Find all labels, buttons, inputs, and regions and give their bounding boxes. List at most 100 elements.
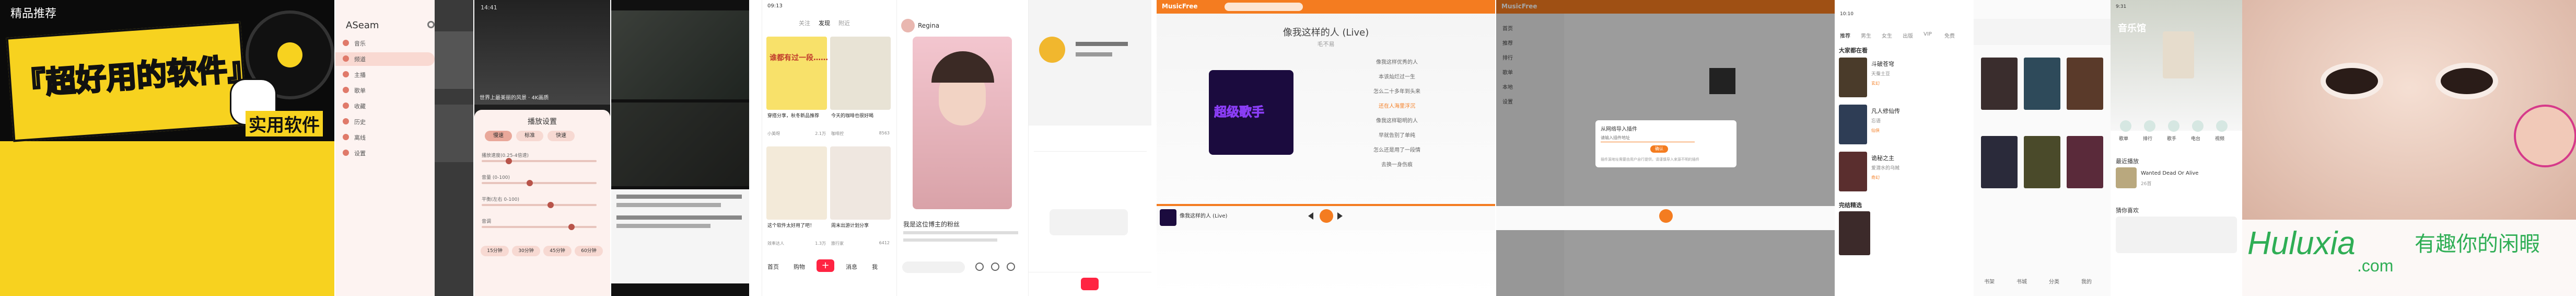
menu-item-label: 离线 xyxy=(354,134,366,141)
bottom-nav-item[interactable]: 消息 xyxy=(846,263,857,271)
bottom-nav-item[interactable]: 分类 xyxy=(2049,277,2059,285)
import-dialog: 从网络导入插件 确认 插件源地址需要由用户自行提供，请谨慎导入来源不明的插件 xyxy=(1595,120,1736,167)
video-preview[interactable] xyxy=(474,0,610,105)
section-title-2: 完结精选 xyxy=(1839,202,1862,209)
feed-tab[interactable]: 发现 xyxy=(819,19,830,27)
detail-tabs xyxy=(1034,136,1147,152)
settings-gear-icon[interactable] xyxy=(427,21,435,28)
slider-thumb[interactable] xyxy=(527,180,533,186)
photo-post[interactable] xyxy=(913,37,1012,209)
right-eye-icon xyxy=(2435,63,2498,99)
search-field[interactable] xyxy=(1225,3,1303,11)
star-icon[interactable] xyxy=(991,263,999,271)
slider-thumb[interactable] xyxy=(547,202,554,208)
recommend-card[interactable] xyxy=(2116,217,2237,253)
drawer-item[interactable]: 离线 xyxy=(335,131,435,144)
slider-track[interactable] xyxy=(482,204,597,206)
book-item[interactable]: 斗破苍穹 天蚕土豆 玄幻 xyxy=(1839,58,1967,99)
menu-item-icon xyxy=(343,71,349,77)
drawer-item[interactable]: 主播 xyxy=(335,68,435,82)
face-photo xyxy=(2242,0,2576,220)
hero-banner[interactable] xyxy=(2111,0,2242,131)
shelf-book-cover[interactable] xyxy=(1981,58,2018,110)
bottom-nav-item[interactable]: 书架 xyxy=(1984,277,1995,285)
speed-chip[interactable]: 标准 xyxy=(516,131,543,141)
drawer-item[interactable]: 音乐 xyxy=(335,37,435,50)
speed-chip[interactable]: 慢速 xyxy=(485,131,512,141)
card-title: 穿搭分享，秋冬新品推荐 xyxy=(767,113,820,119)
avatar[interactable] xyxy=(901,19,915,32)
shelf-book-cover[interactable] xyxy=(2067,136,2103,188)
bottom-nav-item[interactable]: 首页 xyxy=(767,263,779,271)
comment-icon[interactable] xyxy=(1007,263,1015,271)
quick-nav-icon[interactable] xyxy=(2120,120,2131,132)
feed-tab[interactable]: 附近 xyxy=(838,19,850,27)
category-tab[interactable]: VIP xyxy=(1924,31,1932,37)
feed-card[interactable]: 这个软件太好用了吧！ 效率达人 1.3万 xyxy=(766,146,827,251)
status-time: 09:13 xyxy=(767,3,783,9)
drawer-item[interactable]: 历史 xyxy=(335,115,435,129)
bottom-nav-item[interactable]: 我 xyxy=(872,263,878,271)
speed-chip[interactable]: 快速 xyxy=(547,131,575,141)
book-tag: 仙侠 xyxy=(1871,128,1880,133)
post-plus-button[interactable]: + xyxy=(817,259,834,272)
video-thumb-1[interactable] xyxy=(611,10,749,99)
drawer-item[interactable]: 歌单 xyxy=(335,84,435,97)
book-author: 天蚕土豆 xyxy=(1871,72,1891,77)
drawer-item[interactable]: 设置 xyxy=(335,146,435,160)
shelf-book-cover[interactable] xyxy=(2024,58,2060,110)
lyric-line: 本该灿烂过一生 xyxy=(1379,74,1415,80)
huluxia-banner: Huluxia .com 有趣你的闲暇 xyxy=(2242,0,2576,296)
quick-nav-icon[interactable] xyxy=(2144,120,2155,132)
timer-chip[interactable]: 15分钟 xyxy=(481,246,509,256)
lyric-line: 还在人海里浮沉 xyxy=(1379,104,1415,109)
menu-item-icon xyxy=(343,87,349,93)
aseam-screen-settings: 14:41 世界上最美丽的风景 · 4K画质 播放设置 慢速 标准 快速 播放速度(… xyxy=(474,0,610,296)
bottom-nav-item[interactable]: 书城 xyxy=(2016,277,2027,285)
slider-track[interactable] xyxy=(482,182,597,184)
shelf-book-cover[interactable] xyxy=(2067,58,2103,110)
slider-thumb[interactable] xyxy=(506,158,512,164)
plugin-url-input[interactable] xyxy=(1601,134,1695,142)
category-tab[interactable]: 免费 xyxy=(1944,31,1955,39)
confirm-button[interactable]: 确认 xyxy=(1650,145,1668,153)
slider-thumb[interactable] xyxy=(568,224,575,230)
feed-tab[interactable]: 关注 xyxy=(799,19,810,27)
play-pause-button[interactable] xyxy=(1659,209,1673,223)
drawer-item[interactable]: 收藏 xyxy=(335,99,435,113)
banner-subtitle: 实用软件 xyxy=(246,111,323,136)
slider-track[interactable] xyxy=(482,160,597,162)
huluxia-slogan: 有趣你的闲暇 xyxy=(2415,232,2540,256)
feed-card[interactable]: 今天的咖啡也很好喝 咖啡控 8563 xyxy=(830,37,891,141)
recent-cover[interactable] xyxy=(2116,167,2137,188)
slider-track[interactable] xyxy=(482,226,597,228)
next-icon[interactable] xyxy=(1337,212,1343,220)
book-item[interactable]: 诡秘之主 爱潜水的乌贼 奇幻 xyxy=(1839,152,1967,193)
book-item[interactable]: 凡人修仙传 忘语 仙侠 xyxy=(1839,105,1967,146)
shelf-book-cover[interactable] xyxy=(1981,136,2018,188)
timer-chip[interactable]: 45分钟 xyxy=(543,246,572,256)
category-tab[interactable]: 男生 xyxy=(1861,31,1871,39)
category-tab[interactable]: 推荐 xyxy=(1840,31,1850,39)
timer-chip[interactable]: 30分钟 xyxy=(512,246,540,256)
shelf-book-cover[interactable] xyxy=(2024,136,2060,188)
timer-chip[interactable]: 60分钟 xyxy=(575,246,603,256)
play-pause-button[interactable] xyxy=(1320,209,1333,223)
lyric-line: 去换一身伤痕 xyxy=(1381,162,1413,168)
xhs-feed-screen: 09:13 关注 发现 附近 穿搭分享，秋冬新品推荐 小美呀 2.1万 今天的咖啡也很好喝… xyxy=(762,0,894,296)
category-tab[interactable]: 出版 xyxy=(1903,31,1913,39)
bottom-nav-item[interactable]: 我的 xyxy=(2081,277,2092,285)
comment-input[interactable] xyxy=(902,261,965,273)
category-tab[interactable]: 女生 xyxy=(1882,31,1892,39)
card-likes: 2.1万 xyxy=(815,131,826,136)
drawer-item[interactable]: 频道 xyxy=(335,52,435,66)
feed-card[interactable]: 周末出游计划分享 旅行家 6412 xyxy=(830,146,891,251)
quick-nav-icon[interactable] xyxy=(2216,120,2228,132)
prev-icon[interactable] xyxy=(1308,212,1313,220)
quick-nav-icon[interactable] xyxy=(2192,120,2204,132)
like-icon[interactable] xyxy=(975,263,984,271)
bottom-nav-item[interactable]: 购物 xyxy=(794,263,805,271)
behind-drawer-content xyxy=(435,0,473,296)
quick-nav-icon[interactable] xyxy=(2168,120,2179,132)
video-thumb-2[interactable] xyxy=(611,103,749,186)
